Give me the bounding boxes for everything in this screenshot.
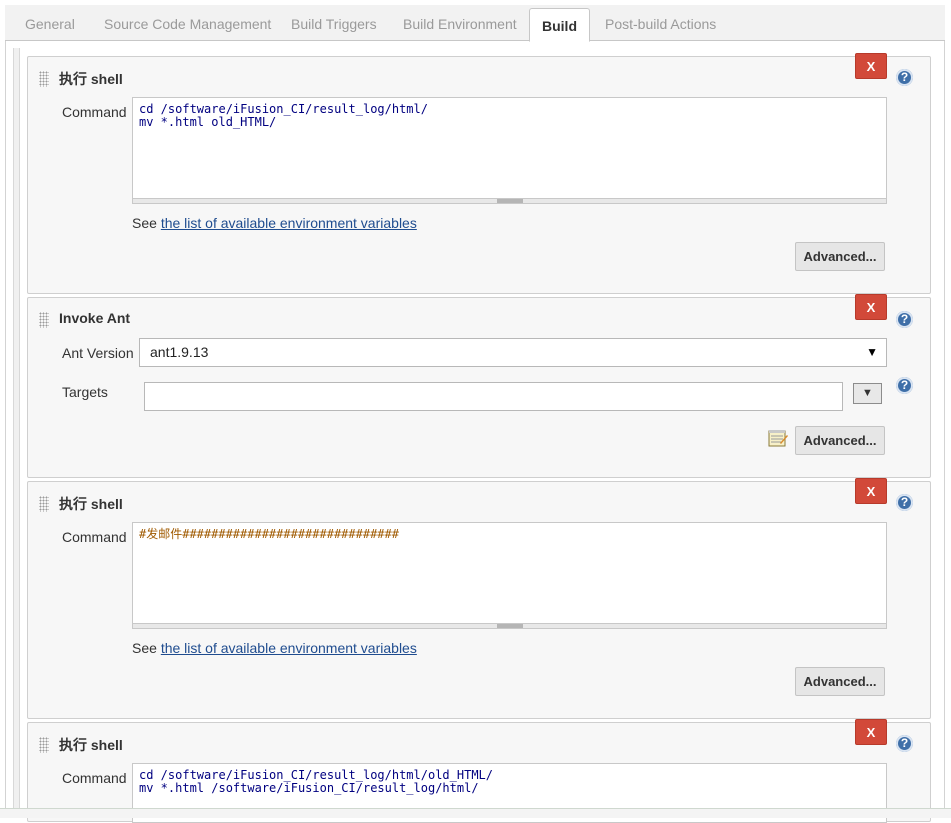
command-label: Command	[62, 104, 127, 120]
step-title: 执行 shell	[59, 737, 123, 753]
help-icon[interactable]: ?	[896, 735, 913, 752]
env-vars-hint: See the list of available environment va…	[132, 640, 417, 656]
tab-source-code-management[interactable]: Source Code Management	[104, 5, 271, 41]
help-icon[interactable]: ?	[896, 69, 913, 86]
drag-handle-icon[interactable]	[39, 71, 49, 87]
command-text: #发邮件##############################	[139, 527, 399, 541]
env-vars-link[interactable]: the list of available environment variab…	[161, 215, 417, 231]
help-icon[interactable]: ?	[896, 494, 913, 511]
delete-step-button[interactable]: X	[855, 478, 887, 504]
dropdown-arrow-icon: ▼	[866, 345, 878, 359]
textarea-resize-handle[interactable]	[132, 199, 887, 204]
env-vars-link[interactable]: the list of available environment variab…	[161, 640, 417, 656]
step-title: Invoke Ant	[59, 310, 131, 326]
section-left-bar	[13, 48, 20, 808]
ant-version-value: ant1.9.13	[150, 344, 209, 360]
command-label: Command	[62, 770, 127, 786]
help-icon[interactable]: ?	[896, 311, 913, 328]
notepad-icon[interactable]	[768, 429, 788, 447]
tab-build-triggers[interactable]: Build Triggers	[291, 5, 377, 41]
build-step-execute-shell-1: 执行 shell Command cd /software/iFusion_CI…	[27, 56, 931, 294]
env-vars-hint: See the list of available environment va…	[132, 215, 417, 231]
tab-build-environment[interactable]: Build Environment	[403, 5, 517, 41]
see-prefix: See	[132, 640, 157, 656]
step-title: 执行 shell	[59, 496, 123, 512]
ant-version-label: Ant Version	[62, 345, 134, 361]
build-step-execute-shell-3: 执行 shell Command cd /software/iFusion_CI…	[27, 722, 931, 823]
command-textarea[interactable]: cd /software/iFusion_CI/result_log/html/…	[132, 97, 887, 199]
command-label: Command	[62, 529, 127, 545]
delete-step-button[interactable]: X	[855, 719, 887, 745]
advanced-button[interactable]: Advanced...	[795, 426, 885, 455]
textarea-resize-handle[interactable]	[132, 624, 887, 629]
config-tab-bar: General Source Code Management Build Tri…	[5, 5, 945, 42]
drag-handle-icon[interactable]	[39, 496, 49, 512]
drag-handle-icon[interactable]	[39, 312, 49, 328]
delete-step-button[interactable]: X	[855, 294, 887, 320]
advanced-button[interactable]: Advanced...	[795, 667, 885, 696]
targets-help-icon[interactable]: ?	[896, 377, 913, 394]
targets-input[interactable]	[144, 382, 843, 411]
command-textarea[interactable]: #发邮件##############################	[132, 522, 887, 624]
drag-handle-icon[interactable]	[39, 737, 49, 753]
targets-label: Targets	[62, 384, 108, 400]
ant-version-select[interactable]: ant1.9.13 ▼	[139, 338, 887, 367]
step-title: 执行 shell	[59, 71, 123, 87]
see-prefix: See	[132, 215, 157, 231]
tab-general[interactable]: General	[25, 5, 75, 41]
delete-step-button[interactable]: X	[855, 53, 887, 79]
build-step-invoke-ant: Invoke Ant Ant Version ant1.9.13 ▼ Targe…	[27, 297, 931, 478]
tab-build[interactable]: Build	[529, 8, 590, 42]
advanced-button[interactable]: Advanced...	[795, 242, 885, 271]
tab-post-build-actions[interactable]: Post-build Actions	[605, 5, 716, 41]
build-step-execute-shell-2: 执行 shell Command #发邮件###################…	[27, 481, 931, 719]
expand-textbox-button[interactable]: ▼	[853, 383, 882, 404]
